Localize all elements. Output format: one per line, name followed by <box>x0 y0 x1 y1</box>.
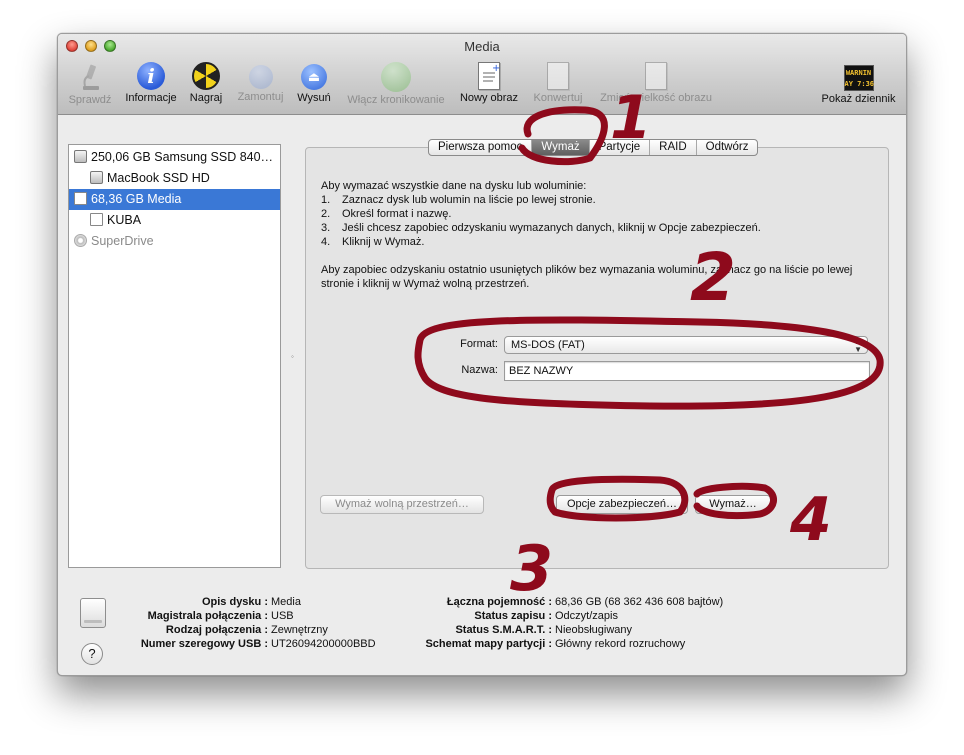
toolbar-resize-image-button[interactable]: Zmień wielkość obrazu <box>594 62 718 110</box>
tab-erase[interactable]: Wymaż <box>532 140 590 155</box>
hard-disk-icon <box>74 150 87 164</box>
optical-drive-icon <box>74 234 87 248</box>
title-bar: Media Sprawdź i Informacje Nagraj Zamont… <box>58 34 906 115</box>
instruction-step: 2. Określ format i nazwę. <box>321 207 761 221</box>
up-down-arrows-icon: ▲ ▼ <box>854 337 862 354</box>
disk-info-area: ? Opis dysku : Magistrala połączenia : R… <box>58 584 906 674</box>
step-number: 1. <box>321 194 331 206</box>
sidebar-item-media[interactable]: 68,36 GB Media <box>69 189 280 210</box>
instructions-intro: Aby wymazać wszystkie dane na dysku lub … <box>321 180 587 192</box>
disk-list-sidebar[interactable]: 250,06 GB Samsung SSD 840… MacBook SSD H… <box>68 144 281 568</box>
info-key: Status zapisu : <box>474 610 552 622</box>
instruction-step: 1. Zaznacz dysk lub wolumin na liście po … <box>321 193 761 207</box>
log-icon: WARNIN AY 7:36 <box>843 65 875 91</box>
step-text: Kliknij w Wymaż. <box>342 236 425 248</box>
instruction-step: 4. Kliknij w Wymaż. <box>321 235 761 249</box>
sidebar-item-macbook-ssd-hd[interactable]: MacBook SSD HD <box>69 168 280 189</box>
sidebar-item-label: MacBook SSD HD <box>107 171 210 185</box>
info-value: Nieobsługiwany <box>555 624 633 636</box>
info-value: Odczyt/zapis <box>555 610 618 622</box>
disk-utility-window: Media Sprawdź i Informacje Nagraj Zamont… <box>57 33 907 676</box>
sidebar-item-label: SuperDrive <box>91 234 154 248</box>
split-view-handle[interactable]: ◦ <box>291 352 296 361</box>
resize-image-icon <box>645 62 667 90</box>
microscope-icon <box>75 62 105 92</box>
toolbar-label: Konwertuj <box>533 92 583 104</box>
instruction-step: 3. Jeśli chcesz zapobiec odzyskaniu wymaz… <box>321 221 761 235</box>
toolbar-journaling-button[interactable]: Włącz kronikowanie <box>341 62 451 110</box>
info-key: Numer szeregowy USB : <box>140 638 268 650</box>
toolbar-label: Wysuń <box>297 92 331 104</box>
tab-restore[interactable]: Odtwórz <box>697 140 758 155</box>
toolbar-label: Nowy obraz <box>459 92 519 104</box>
sidebar-item-label: 68,36 GB Media <box>91 192 182 206</box>
info-key: Status S.M.A.R.T. : <box>455 624 552 636</box>
info-icon: i <box>137 62 165 90</box>
toolbar-label: Nagraj <box>189 92 223 104</box>
tab-bar: Pierwsza pomoc Wymaż Partycje RAID Odtwó… <box>428 139 759 156</box>
format-label: Format: <box>460 338 498 350</box>
toolbar-label: Zmień wielkość obrazu <box>600 92 712 104</box>
security-options-button[interactable]: Opcje zabezpieczeń… <box>556 495 688 514</box>
sidebar-item-samsung-ssd[interactable]: 250,06 GB Samsung SSD 840… <box>69 147 280 168</box>
svg-text:+: + <box>492 63 500 74</box>
toolbar-mount-button[interactable]: Zamontuj <box>233 62 288 110</box>
toolbar-eject-button[interactable]: ⏏ Wysuń <box>294 62 334 110</box>
tab-first-aid[interactable]: Pierwsza pomoc <box>429 140 533 155</box>
step-number: 3. <box>321 222 331 234</box>
toolbar-verify-button[interactable]: Sprawdź <box>65 62 115 110</box>
info-key: Opis dysku : <box>201 596 268 608</box>
sidebar-item-superdrive[interactable]: SuperDrive <box>69 231 280 252</box>
step-number: 4. <box>321 236 331 248</box>
name-input[interactable]: BEZ NAZWY <box>504 361 870 381</box>
toolbar-info-button[interactable]: i Informacje <box>121 62 181 110</box>
format-select-value: MS-DOS (FAT) <box>511 339 585 351</box>
new-image-icon: + <box>478 62 500 90</box>
info-value: 68,36 GB (68 362 436 608 bajtów) <box>555 596 724 608</box>
tab-partition[interactable]: Partycje <box>590 140 651 155</box>
sidebar-item-label: 250,06 GB Samsung SSD 840… <box>91 150 274 164</box>
log-icon-line: WARNIN <box>845 69 872 77</box>
external-disk-icon <box>74 192 87 206</box>
eject-icon: ⏏ <box>301 64 327 90</box>
toolbar-label: Sprawdź <box>68 94 112 106</box>
mount-icon <box>248 65 273 89</box>
info-key: Magistrala połączenia : <box>147 610 268 622</box>
sidebar-item-kuba[interactable]: KUBA <box>69 210 280 231</box>
info-key: Schemat mapy partycji : <box>425 638 552 650</box>
step-text: Określ format i nazwę. <box>342 208 452 220</box>
erase-instructions: Aby wymazać wszystkie dane na dysku lub … <box>321 179 761 249</box>
burn-icon <box>192 62 220 90</box>
disk-info-left-keys: Opis dysku : Magistrala połączenia : Rod… <box>58 595 268 651</box>
toolbar-label: Włącz kronikowanie <box>347 94 445 106</box>
log-icon-line: AY 7:36 <box>844 80 875 88</box>
info-value: Główny rekord rozruchowy <box>555 638 686 650</box>
disk-info-right-values: 68,36 GB (68 362 436 608 bajtów) Odczyt/… <box>555 595 723 651</box>
toolbar-label: Zamontuj <box>237 91 284 103</box>
journaling-icon <box>381 62 411 92</box>
sidebar-item-label: KUBA <box>107 213 142 227</box>
step-text: Jeśli chcesz zapobiec odzyskaniu wymazan… <box>342 222 761 234</box>
free-space-note: Aby zapobiec odzyskaniu ostatnio usunięt… <box>321 264 853 290</box>
toolbar-label: Pokaż dziennik <box>821 93 896 105</box>
toolbar-show-log-button[interactable]: WARNIN AY 7:36 Pokaż dziennik <box>816 62 901 110</box>
convert-icon <box>547 62 569 90</box>
volume-icon <box>90 213 103 227</box>
step-number: 2. <box>321 208 331 220</box>
toolbar-label: Informacje <box>125 92 177 104</box>
hard-disk-icon <box>90 171 103 185</box>
erase-free-space-button[interactable]: Wymaż wolną przestrzeń… <box>320 495 484 514</box>
step-text: Zaznacz dysk lub wolumin na liście po le… <box>342 194 596 206</box>
window-title: Media <box>464 39 500 54</box>
toolbar-new-image-button[interactable]: + Nowy obraz <box>456 62 522 110</box>
info-key: Rodzaj połączenia : <box>165 624 268 636</box>
disk-info-right-keys: Łączna pojemność : Status zapisu : Statu… <box>358 595 552 651</box>
tab-raid[interactable]: RAID <box>650 140 697 155</box>
toolbar-burn-button[interactable]: Nagraj <box>186 62 226 110</box>
info-key: Łączna pojemność : <box>446 596 552 608</box>
name-label: Nazwa: <box>461 364 498 376</box>
format-select[interactable]: MS-DOS (FAT) ▲ ▼ <box>504 336 868 354</box>
toolbar-convert-button[interactable]: Konwertuj <box>528 62 588 110</box>
erase-button[interactable]: Wymaż… <box>695 495 771 514</box>
